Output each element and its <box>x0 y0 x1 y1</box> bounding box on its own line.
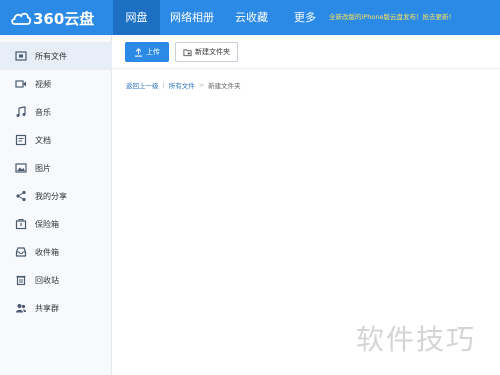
upload-button-label: 上传 <box>146 48 160 56</box>
share-icon <box>15 190 27 202</box>
sidebar-item-documents[interactable]: 文档 <box>0 126 112 154</box>
sidebar-item-inbox[interactable]: 收件箱 <box>0 238 112 266</box>
top-bar: 360云盘 网盘 网络相册 云收藏 更多 全新改版的iPhone版云盘发布！抢去… <box>0 0 500 35</box>
sidebar-item-label: 共享群 <box>35 303 59 313</box>
sidebar-item-all-files[interactable]: 所有文件 <box>0 42 112 70</box>
breadcrumb-root-link[interactable]: 所有文件 <box>169 80 195 90</box>
breadcrumb-chevron-icon: > <box>198 81 205 89</box>
sidebar-item-my-shares[interactable]: 我的分享 <box>0 182 112 210</box>
nav-tab-more[interactable]: 更多 <box>288 0 322 35</box>
sidebar-item-safe[interactable]: 保险箱 <box>0 210 112 238</box>
sidebar: 所有文件 视频 音乐 文档 图片 我的分享 保险箱 收件箱 回收站 共享群 <box>0 35 112 375</box>
video-icon <box>15 78 27 90</box>
toolbar-divider <box>113 68 500 69</box>
nav-tab-cloud-favorites[interactable]: 云收藏 <box>223 0 280 35</box>
watermark-text: 软件技巧 <box>356 323 477 356</box>
trash-icon <box>15 274 27 286</box>
new-folder-button-label: 新建文件夹 <box>195 48 230 56</box>
safe-icon <box>15 218 27 230</box>
cloud-logo-icon <box>11 12 32 25</box>
sidebar-item-label: 所有文件 <box>35 51 67 61</box>
nav-tab-wangpan[interactable]: 网盘 <box>113 0 160 35</box>
update-notice-link[interactable]: 全新改版的iPhone版云盘发布！抢去更新！ <box>329 12 455 22</box>
new-folder-button[interactable]: 新建文件夹 <box>175 42 238 62</box>
image-icon <box>15 162 27 174</box>
sidebar-item-shared-group[interactable]: 共享群 <box>0 294 112 322</box>
sidebar-item-images[interactable]: 图片 <box>0 154 112 182</box>
sidebar-item-label: 保险箱 <box>35 219 59 229</box>
sidebar-item-trash[interactable]: 回收站 <box>0 266 112 294</box>
nav-tab-photo-album[interactable]: 网络相册 <box>161 0 223 35</box>
logo[interactable]: 360云盘 <box>10 7 94 29</box>
group-icon <box>15 302 27 314</box>
breadcrumb-separator: | <box>162 81 165 89</box>
sidebar-item-video[interactable]: 视频 <box>0 70 112 98</box>
breadcrumb: 返回上一级 | 所有文件 > 新建文件夹 <box>126 80 241 90</box>
music-icon <box>15 106 27 118</box>
new-folder-icon <box>183 48 192 56</box>
sidebar-item-label: 回收站 <box>35 275 59 285</box>
sidebar-item-label: 文档 <box>35 135 51 145</box>
all-files-icon <box>15 50 27 62</box>
sidebar-item-label: 收件箱 <box>35 247 59 257</box>
breadcrumb-back-link[interactable]: 返回上一级 <box>126 80 159 90</box>
breadcrumb-current: 新建文件夹 <box>208 82 241 90</box>
sidebar-item-label: 视频 <box>35 79 51 89</box>
upload-icon <box>134 47 143 57</box>
logo-text: 360云盘 <box>33 9 95 28</box>
sidebar-item-label: 我的分享 <box>35 191 67 201</box>
sidebar-item-label: 图片 <box>35 163 51 173</box>
upload-button[interactable]: 上传 <box>125 42 169 62</box>
sidebar-item-music[interactable]: 音乐 <box>0 98 112 126</box>
inbox-icon <box>15 246 27 258</box>
document-icon <box>15 134 27 146</box>
sidebar-item-label: 音乐 <box>35 107 51 117</box>
